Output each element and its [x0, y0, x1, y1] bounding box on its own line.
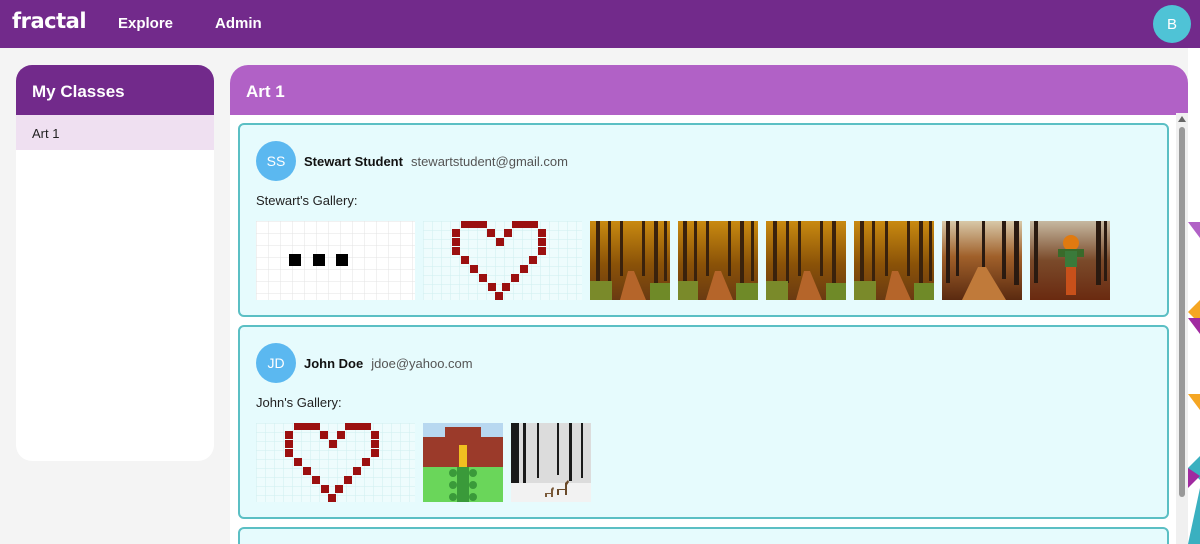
gallery-item-pixel-heart[interactable] [256, 423, 415, 502]
gallery-item-autumn-forest[interactable] [678, 221, 758, 300]
sidebar-title: My Classes [16, 65, 214, 115]
student-email: stewartstudent@gmail.com [410, 153, 568, 169]
student-header: SS Stewart Student stewartstudent@gmail.… [256, 141, 568, 181]
student-header: JD John Doe jdoe@yahoo.com [256, 343, 473, 383]
user-avatar[interactable]: B [1153, 5, 1191, 43]
gallery-item-autumn-scarecrow[interactable] [1030, 221, 1110, 300]
gallery-item-autumn-forest[interactable] [766, 221, 846, 300]
class-title: Art 1 [230, 65, 1188, 115]
gallery-label: Stewart's Gallery: [256, 193, 358, 208]
student-name: John Doe [304, 355, 364, 371]
sidebar-item-art-1[interactable]: Art 1 [16, 115, 214, 150]
classes-sidebar: My Classes Art 1 [16, 65, 214, 461]
gallery-label: John's Gallery: [256, 395, 342, 410]
student-gallery [256, 221, 1110, 300]
scroll-up-arrow-icon[interactable] [1178, 116, 1186, 122]
class-panel: Art 1 SS Stewart Student stewartstudent@… [230, 65, 1188, 544]
app-logo[interactable]: fractal [12, 9, 87, 33]
gallery-item-autumn-forest[interactable] [590, 221, 670, 300]
top-nav: fractal Explore Admin B [0, 0, 1200, 48]
student-name: Stewart Student [304, 153, 403, 169]
scroll-thumb[interactable] [1179, 127, 1185, 497]
student-card: JD John Doe jdoe@yahoo.com John's Galler… [238, 325, 1169, 519]
student-card: SS Stewart Student stewartstudent@gmail.… [238, 123, 1169, 317]
student-card [238, 527, 1169, 544]
gallery-item-snowy-forest-deer[interactable] [511, 423, 591, 502]
gallery-item-pixel-heart[interactable] [423, 221, 582, 300]
gallery-item-autumn-forest[interactable] [854, 221, 934, 300]
student-list: SS Stewart Student stewartstudent@gmail.… [230, 115, 1188, 544]
decorative-shapes [1188, 48, 1200, 544]
gallery-item-pixel-dots[interactable] [256, 221, 415, 300]
nav-admin-link[interactable]: Admin [215, 15, 262, 32]
student-avatar: JD [256, 343, 296, 383]
gallery-item-pixel-house[interactable] [423, 423, 503, 502]
gallery-item-autumn-path[interactable] [942, 221, 1022, 300]
student-gallery [256, 423, 591, 502]
student-avatar: SS [256, 141, 296, 181]
nav-explore-link[interactable]: Explore [118, 15, 173, 32]
student-email: jdoe@yahoo.com [371, 355, 473, 371]
main-scrollbar[interactable] [1176, 113, 1188, 544]
